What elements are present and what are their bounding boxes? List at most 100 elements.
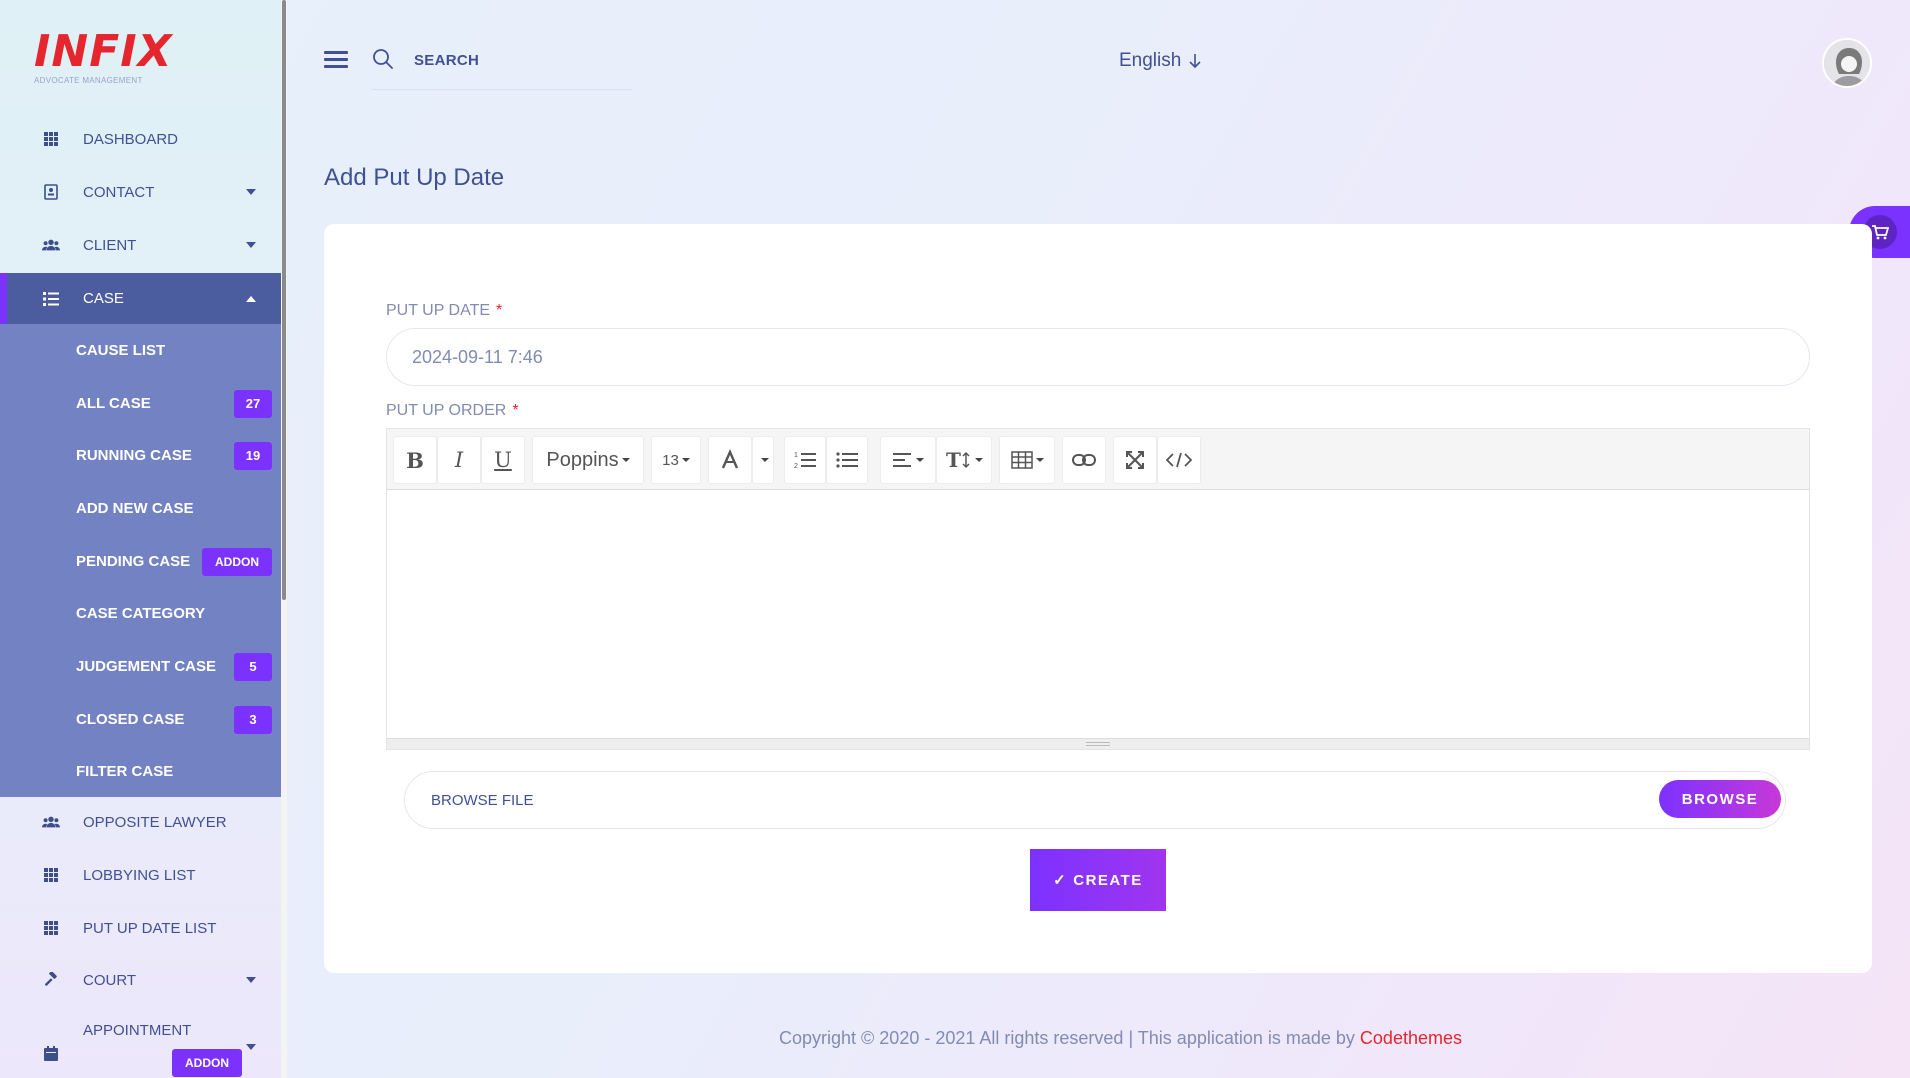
svg-text:1: 1 — [794, 452, 798, 459]
unordered-list-icon — [836, 452, 858, 468]
chevron-down-icon — [681, 458, 690, 462]
line-height-dropdown[interactable]: T — [936, 436, 992, 484]
sidebar-item-opposite-lawyer[interactable]: OPPOSITE LAWYER — [0, 798, 282, 846]
sidebar-item-court[interactable]: COURT — [0, 956, 282, 1004]
submenu-item-judgement-case[interactable]: JUDGEMENT CASE 5 — [0, 640, 282, 693]
page-title: Add Put Up Date — [324, 164, 505, 191]
language-selector[interactable]: English — [1119, 50, 1201, 72]
logo-text: INFIX — [34, 26, 173, 77]
sidebar-item-lobbying-list[interactable]: LOBBYING LIST — [0, 851, 282, 899]
file-upload-label: BROWSE FILE — [431, 792, 534, 809]
submenu-item-all-case[interactable]: ALL CASE 27 — [0, 377, 282, 430]
submenu-item-pending-case[interactable]: PENDING CASE ADDON — [0, 535, 282, 588]
submenu-item-cause-list[interactable]: CAUSE LIST — [0, 324, 282, 377]
addon-badge: ADDON — [202, 547, 272, 576]
search-input[interactable] — [414, 48, 614, 72]
sidebar-item-put-up-date-list[interactable]: PUT UP DATE LIST — [0, 904, 282, 952]
user-icon — [1824, 40, 1870, 86]
count-badge: 19 — [234, 441, 272, 470]
put-up-date-input[interactable] — [386, 328, 1810, 386]
scrollbar-thumb[interactable] — [282, 0, 286, 600]
expand-icon — [1126, 451, 1144, 469]
italic-button[interactable]: I — [437, 436, 481, 484]
chevron-down-icon — [621, 458, 630, 462]
link-icon — [1072, 454, 1096, 466]
underline-button[interactable]: U — [481, 436, 525, 484]
submenu-item-label: CASE CATEGORY — [76, 605, 206, 622]
copyright-text: Copyright © 2020 - 2021 All rights reser… — [779, 1028, 1355, 1048]
code-icon — [1166, 452, 1192, 468]
submenu-item-case-category[interactable]: CASE CATEGORY — [0, 587, 282, 640]
users-icon — [42, 236, 60, 254]
submenu-item-running-case[interactable]: RUNNING CASE 19 — [0, 429, 282, 482]
sidebar-item-label: LOBBYING LIST — [83, 866, 196, 884]
chevron-up-icon — [246, 295, 256, 302]
submenu-item-label: CLOSED CASE — [76, 711, 185, 728]
users-icon — [42, 813, 60, 831]
bold-button[interactable]: B — [393, 436, 437, 484]
app-logo[interactable]: INFIX ADVOCATE MANAGEMENT — [34, 26, 173, 86]
sidebar: INFIX ADVOCATE MANAGEMENT DASHBOARD CONT… — [0, 0, 282, 1078]
check-icon: ✓ — [1053, 872, 1068, 889]
sidebar-item-client[interactable]: CLIENT — [0, 221, 282, 269]
put-up-date-label: PUT UP DATE * — [386, 302, 503, 319]
browse-button[interactable]: BROWSE — [1659, 780, 1781, 818]
sidebar-item-dashboard[interactable]: DASHBOARD — [0, 115, 282, 163]
chevron-down-icon — [1035, 458, 1044, 462]
submenu-item-add-new-case[interactable]: ADD NEW CASE — [0, 482, 282, 535]
sidebar-scrollbar[interactable] — [281, 0, 287, 1078]
submenu-item-label: FILTER CASE — [76, 763, 174, 780]
put-up-order-editor[interactable] — [387, 490, 1809, 740]
contact-book-icon — [42, 183, 60, 201]
font-color-button[interactable] — [708, 436, 752, 484]
link-button[interactable] — [1062, 436, 1106, 484]
submenu-item-closed-case[interactable]: CLOSED CASE 3 — [0, 693, 282, 746]
sidebar-item-case[interactable]: CASE — [0, 273, 282, 324]
chevron-down-icon — [246, 189, 256, 195]
ordered-list-icon: 12 — [794, 452, 816, 470]
chevron-down-icon — [246, 977, 256, 983]
sidebar-item-label: DASHBOARD — [83, 130, 179, 148]
menu-toggle-button[interactable] — [324, 51, 348, 69]
sidebar-item-label: PUT UP DATE LIST — [83, 919, 217, 937]
user-avatar[interactable] — [1822, 38, 1872, 88]
submenu-item-label: ALL CASE — [76, 395, 151, 412]
hamburger-icon — [324, 51, 348, 54]
align-left-icon — [892, 453, 911, 467]
count-badge: 3 — [234, 705, 272, 734]
submenu-item-label: PENDING CASE — [76, 553, 191, 570]
chevron-down-icon — [760, 458, 769, 462]
font-color-dropdown[interactable] — [752, 436, 774, 484]
submenu-item-label: JUDGEMENT CASE — [76, 658, 217, 675]
sidebar-item-contact[interactable]: CONTACT — [0, 168, 282, 216]
paragraph-align-dropdown[interactable] — [880, 436, 936, 484]
grid-icon — [42, 130, 60, 148]
font-size-dropdown[interactable]: 13 — [651, 436, 701, 484]
sidebar-item-label: COURT — [83, 971, 137, 989]
font-color-icon — [721, 449, 739, 469]
svg-text:2: 2 — [794, 463, 798, 470]
search-icon[interactable] — [372, 48, 394, 70]
footer-brand-link[interactable]: Codethemes — [1360, 1028, 1462, 1048]
fullscreen-button[interactable] — [1113, 436, 1157, 484]
unordered-list-button[interactable] — [826, 436, 868, 484]
calendar-icon — [42, 1044, 60, 1062]
table-dropdown[interactable] — [999, 436, 1055, 484]
addon-badge: ADDON — [172, 1049, 242, 1077]
file-upload-field[interactable]: BROWSE FILE BROWSE — [404, 771, 1786, 829]
sidebar-item-label: CLIENT — [83, 236, 137, 254]
gavel-icon — [42, 971, 60, 989]
count-badge: 27 — [234, 389, 272, 418]
font-family-dropdown[interactable]: Poppins — [532, 436, 644, 484]
sidebar-item-label: APPOINTMENT — [83, 1022, 192, 1039]
submenu-item-label: ADD NEW CASE — [76, 500, 194, 517]
arrow-down-icon — [1189, 54, 1201, 69]
submenu-item-filter-case[interactable]: FILTER CASE — [0, 745, 282, 798]
chevron-down-icon — [915, 458, 924, 462]
chevron-down-icon — [246, 1044, 256, 1050]
create-button[interactable]: ✓ CREATE — [1030, 849, 1166, 911]
ordered-list-button[interactable]: 12 — [784, 436, 826, 484]
code-view-button[interactable] — [1157, 436, 1201, 484]
editor-resize-handle[interactable] — [387, 738, 1809, 749]
case-submenu: CAUSE LIST ALL CASE 27 RUNNING CASE 19 A… — [0, 324, 282, 797]
